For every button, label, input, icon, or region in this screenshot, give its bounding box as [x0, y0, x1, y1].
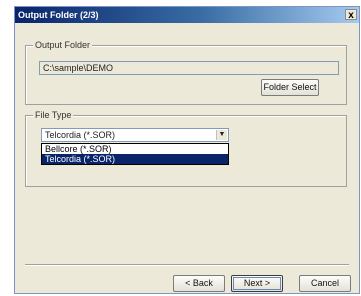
output-folder-dialog: Output Folder (2/3) x Output Folder C:\s… — [14, 6, 360, 294]
file-type-legend: File Type — [33, 110, 74, 120]
chevron-down-icon[interactable]: ▼ — [216, 130, 227, 140]
file-type-dropdown-list: Bellcore (*.SOR) Telcordia (*.SOR) — [41, 143, 229, 165]
file-type-option-bellcore[interactable]: Bellcore (*.SOR) — [42, 144, 228, 154]
output-folder-legend: Output Folder — [33, 40, 93, 50]
next-button[interactable]: Next > — [231, 275, 283, 292]
back-button[interactable]: < Back — [173, 275, 225, 292]
close-button[interactable]: x — [345, 9, 357, 21]
file-type-option-telcordia[interactable]: Telcordia (*.SOR) — [42, 154, 228, 164]
folder-select-button[interactable]: Folder Select — [261, 79, 319, 96]
output-folder-path-field[interactable]: C:\sample\DEMO — [39, 61, 339, 75]
dialog-title: Output Folder (2/3) — [18, 10, 99, 20]
cancel-button[interactable]: Cancel — [299, 275, 351, 292]
title-bar: Output Folder (2/3) x — [15, 7, 359, 23]
file-type-selected-value: Telcordia (*.SOR) — [45, 130, 116, 140]
file-type-select[interactable]: Telcordia (*.SOR) ▼ — [41, 128, 229, 142]
footer-divider — [25, 264, 349, 266]
output-folder-group: Output Folder — [25, 40, 347, 105]
